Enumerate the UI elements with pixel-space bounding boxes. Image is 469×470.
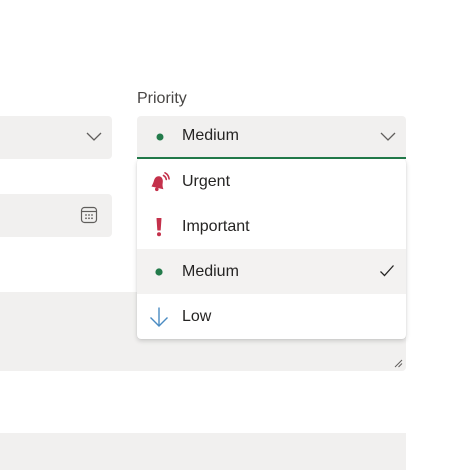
- urgent-bell-icon: [151, 172, 170, 192]
- priority-select[interactable]: Medium: [137, 116, 406, 159]
- medium-dot-icon: [156, 133, 164, 141]
- chevron-down-icon: [86, 132, 102, 141]
- option-label: Urgent: [182, 173, 231, 190]
- priority-selected-value: Medium: [182, 127, 239, 144]
- checkmark-icon: [380, 265, 394, 277]
- calendar-icon[interactable]: [80, 206, 98, 224]
- resize-grip-icon[interactable]: [393, 358, 403, 368]
- progress-select[interactable]: [0, 116, 112, 159]
- priority-option-medium[interactable]: Medium: [137, 249, 406, 294]
- priority-option-important[interactable]: Important: [137, 204, 406, 249]
- due-date-field[interactable]: [0, 194, 112, 237]
- medium-dot-icon: [155, 268, 163, 276]
- priority-label: Priority: [137, 90, 187, 107]
- option-label: Low: [182, 308, 212, 325]
- exclamation-icon: [156, 218, 162, 237]
- arrow-down-icon: [150, 307, 168, 327]
- chevron-down-icon: [380, 132, 396, 141]
- option-label: Medium: [182, 263, 239, 280]
- option-label: Important: [182, 218, 250, 235]
- task-details-panel: Priority Medium Urgent Important Medium …: [0, 0, 469, 470]
- priority-option-low[interactable]: Low: [137, 294, 406, 339]
- priority-option-urgent[interactable]: Urgent: [137, 159, 406, 204]
- checklist-field[interactable]: [0, 433, 406, 470]
- priority-dropdown: Urgent Important Medium Low: [137, 159, 406, 339]
